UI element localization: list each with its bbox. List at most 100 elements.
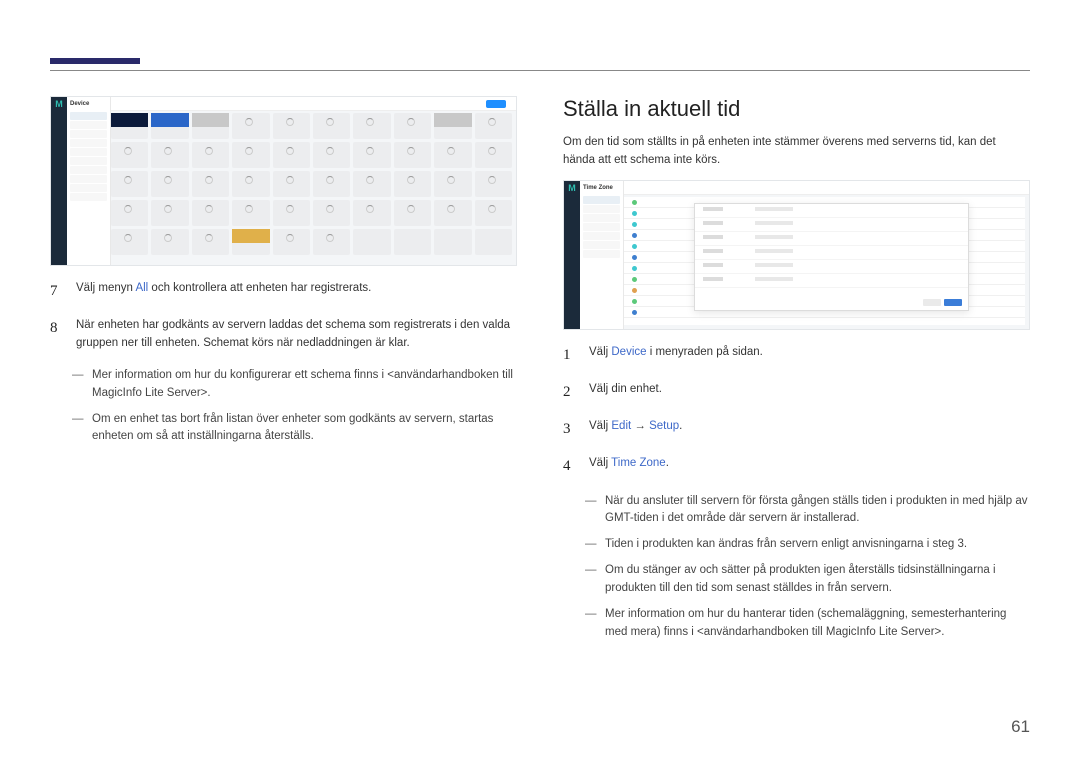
step-body: Välj menyn All och kontrollera att enhet… — [76, 280, 517, 303]
left-column: M Device — [50, 96, 517, 649]
ss-tree-item — [70, 166, 107, 174]
link-device: Device — [611, 346, 646, 358]
two-column-layout: M Device — [50, 96, 1030, 649]
ss-tree-item — [583, 232, 620, 240]
step-number: 3 — [563, 418, 577, 441]
note-item: ― Tiden i produkten kan ändras från serv… — [563, 536, 1030, 554]
ss-panel-title: Device — [67, 97, 110, 111]
status-dot-icon — [632, 277, 637, 282]
note-item: ― Om du stänger av och sätter på produkt… — [563, 562, 1030, 598]
status-dot-icon — [632, 200, 637, 205]
dash-icon: ― — [72, 367, 84, 403]
status-dot-icon — [632, 266, 637, 271]
status-dot-icon — [632, 233, 637, 238]
text: i menyraden på sidan. — [647, 346, 763, 358]
link-all: All — [135, 282, 148, 294]
left-step-list: 7 Välj menyn All och kontrollera att enh… — [50, 280, 517, 353]
ss-tree-item — [583, 250, 620, 258]
step-1: 1 Välj Device i menyraden på sidan. — [563, 344, 1030, 367]
ss-tree-item — [70, 121, 107, 129]
step-4: 4 Välj Time Zone. — [563, 455, 1030, 478]
step-number: 8 — [50, 317, 64, 353]
page-number: 61 — [1011, 717, 1030, 737]
ss-device-grid — [111, 113, 512, 255]
ss-tree-item — [583, 205, 620, 213]
ss-left-panel: Device — [67, 97, 111, 265]
note-text: Tiden i produkten kan ändras från server… — [605, 536, 1030, 554]
step-body: Välj din enhet. — [589, 381, 1030, 404]
ss-tree-item — [70, 130, 107, 138]
ss-tree-item — [583, 214, 620, 222]
note-item: ― Mer information om hur du konfigurerar… — [50, 367, 517, 403]
right-notes: ― När du ansluter till servern för först… — [563, 493, 1030, 642]
ss-nav-rail: M — [51, 97, 67, 265]
step-8: 8 När enheten har godkänts av servern la… — [50, 317, 517, 353]
text: Välj — [589, 420, 611, 432]
left-notes: ― Mer information om hur du konfigurerar… — [50, 367, 517, 446]
section-heading: Ställa in aktuell tid — [563, 96, 1030, 122]
text: och kontrollera att enheten har registre… — [148, 282, 371, 294]
step-7: 7 Välj menyn All och kontrollera att enh… — [50, 280, 517, 303]
note-item: ― Om en enhet tas bort från listan över … — [50, 411, 517, 447]
link-time-zone: Time Zone — [611, 457, 666, 469]
ss-tree-item — [583, 241, 620, 249]
status-dot-icon — [632, 288, 637, 293]
status-dot-icon — [632, 255, 637, 260]
step-body: Välj Time Zone. — [589, 455, 1030, 478]
ss-tree-item — [583, 223, 620, 231]
step-body: Välj Device i menyraden på sidan. — [589, 344, 1030, 367]
step-2: 2 Välj din enhet. — [563, 381, 1030, 404]
note-text: Om du stänger av och sätter på produkten… — [605, 562, 1030, 598]
ss-tree-item — [70, 157, 107, 165]
section-intro: Om den tid som ställts in på enheten int… — [563, 134, 1030, 170]
ss-view-toggle — [486, 100, 506, 108]
link-setup: Setup — [649, 420, 679, 432]
header-accent-bar — [50, 58, 140, 64]
dash-icon: ― — [585, 606, 597, 642]
dash-icon: ― — [585, 536, 597, 554]
step-3: 3 Välj Edit → Setup. — [563, 418, 1030, 441]
arrow-icon: → — [631, 420, 649, 432]
ss-panel-title: Time Zone — [580, 181, 623, 195]
note-item: ― Mer information om hur du hanterar tid… — [563, 606, 1030, 642]
dash-icon: ― — [72, 411, 84, 447]
ss-tree-item — [583, 196, 620, 204]
ss-tree-item — [70, 193, 107, 201]
ss-tree-item — [70, 175, 107, 183]
right-column: Ställa in aktuell tid Om den tid som stä… — [563, 96, 1030, 649]
step-body: När enheten har godkänts av servern ladd… — [76, 317, 517, 353]
link-edit: Edit — [611, 420, 631, 432]
ss-left-panel: Time Zone — [580, 181, 624, 329]
status-dot-icon — [632, 244, 637, 249]
right-step-list: 1 Välj Device i menyraden på sidan. 2 Vä… — [563, 344, 1030, 479]
step-number: 1 — [563, 344, 577, 367]
screenshot-time-zone-modal: M Time Zone — [563, 180, 1030, 330]
ss-tree-item — [70, 112, 107, 120]
header-rule — [50, 70, 1030, 71]
ss-tree-item — [70, 184, 107, 192]
ss-nav-rail: M — [564, 181, 580, 329]
ss-toolbar — [111, 97, 516, 111]
logo-m: M — [51, 97, 67, 109]
status-dot-icon — [632, 299, 637, 304]
ss-toolbar — [624, 181, 1029, 195]
note-item: ― När du ansluter till servern för först… — [563, 493, 1030, 529]
logo-m: M — [564, 181, 580, 193]
ss-setup-modal — [694, 203, 969, 311]
note-text: När du ansluter till servern för första … — [605, 493, 1030, 529]
ss-modal-buttons — [923, 299, 962, 306]
dash-icon: ― — [585, 562, 597, 598]
step-number: 7 — [50, 280, 64, 303]
note-text: Mer information om hur du konfigurerar e… — [92, 367, 517, 403]
ss-tree-item — [70, 148, 107, 156]
note-text: Om en enhet tas bort från listan över en… — [92, 411, 517, 447]
text: Välj — [589, 457, 611, 469]
text: . — [666, 457, 669, 469]
step-number: 2 — [563, 381, 577, 404]
dash-icon: ― — [585, 493, 597, 529]
step-body: Välj Edit → Setup. — [589, 418, 1030, 441]
status-dot-icon — [632, 310, 637, 315]
note-text: Mer information om hur du hanterar tiden… — [605, 606, 1030, 642]
screenshot-device-grid: M Device — [50, 96, 517, 266]
ss-tree-item — [70, 139, 107, 147]
